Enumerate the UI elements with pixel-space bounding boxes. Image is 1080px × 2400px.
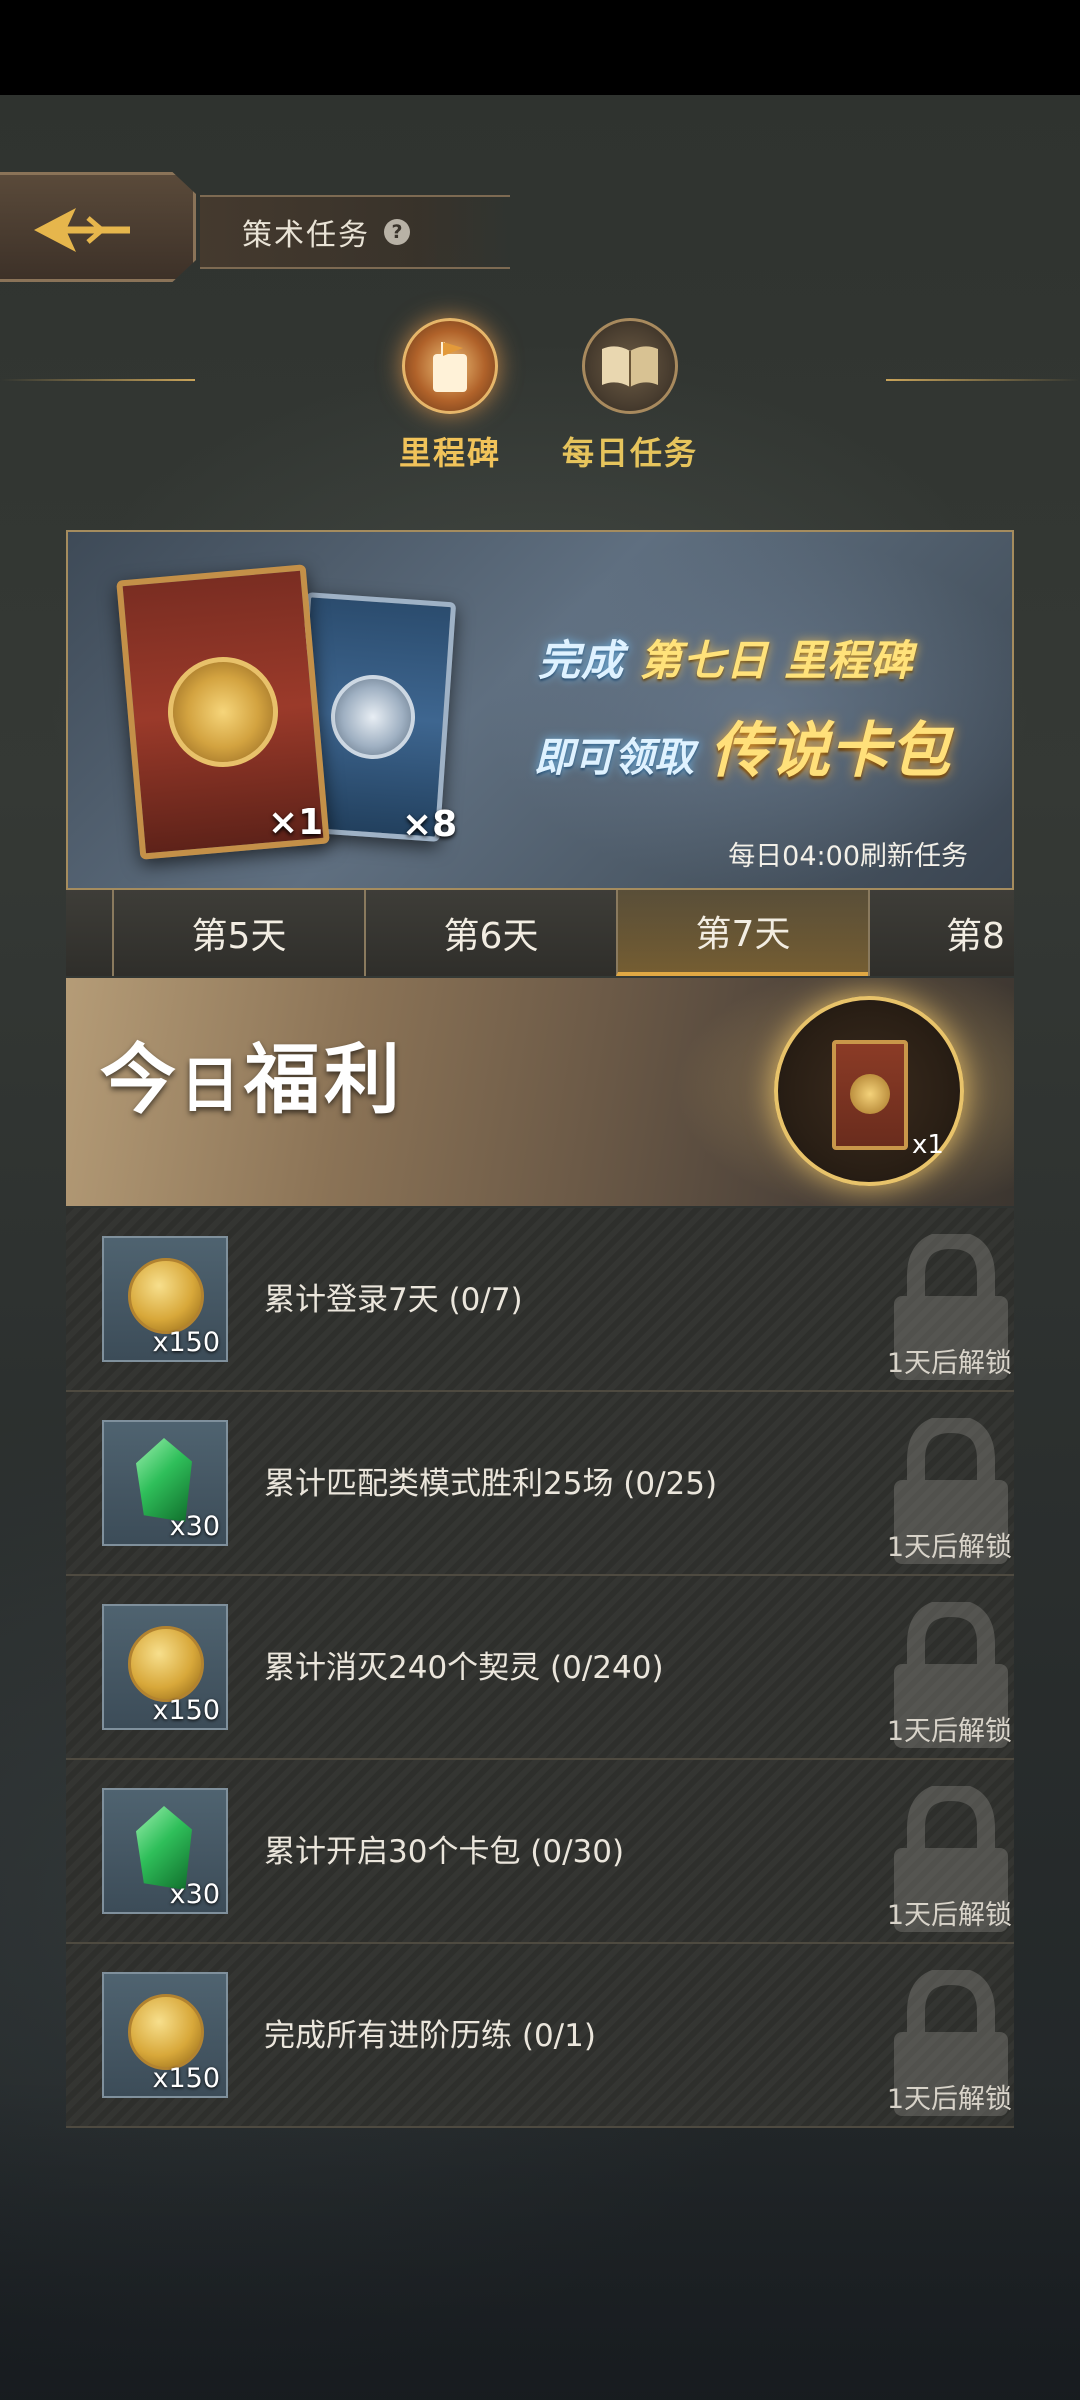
day-tab-spacer bbox=[66, 890, 112, 976]
milestone-banner: ×1 ×8 完成 第七日 里程碑 即可领取 传说卡包 每日04:00刷新任务 bbox=[66, 530, 1014, 890]
gold-coin-icon bbox=[128, 1258, 204, 1334]
status-bar bbox=[0, 0, 1080, 95]
green-crystal-icon bbox=[136, 1806, 192, 1890]
task-row: x30 累计匹配类模式胜利25场 (0/25) 1天后解锁 bbox=[66, 1392, 1014, 1576]
task-row: x150 累计登录7天 (0/7) 1天后解锁 bbox=[66, 1208, 1014, 1392]
green-crystal-icon bbox=[136, 1438, 192, 1522]
task-description: 累计消灭240个契灵 (0/240) bbox=[264, 1650, 664, 1686]
divider-left bbox=[0, 379, 195, 381]
tab-day-5[interactable]: 第5天 bbox=[112, 890, 364, 976]
task-reward-count: x30 bbox=[169, 1879, 220, 1910]
tab-milestone-label: 里程碑 bbox=[398, 434, 501, 472]
flag-icon bbox=[402, 318, 498, 414]
back-button[interactable] bbox=[0, 172, 196, 282]
task-reward[interactable]: x30 bbox=[102, 1788, 228, 1914]
gold-coin-icon bbox=[128, 1994, 204, 2070]
refresh-note: 每日04:00刷新任务 bbox=[728, 841, 968, 872]
tab-day-6[interactable]: 第6天 bbox=[364, 890, 616, 976]
task-list: x150 累计登录7天 (0/7) 1天后解锁 x30 累计匹配类模式胜利25场… bbox=[66, 1208, 1014, 2128]
unlock-status: 1天后解锁 bbox=[886, 1348, 1012, 1379]
task-description: 累计登录7天 (0/7) bbox=[264, 1282, 523, 1318]
today-benefit-panel: 今日福利 x1 bbox=[66, 978, 1014, 1206]
task-reward[interactable]: x30 bbox=[102, 1420, 228, 1546]
sun-emblem-icon bbox=[163, 652, 283, 772]
background-shade bbox=[0, 2080, 1080, 2400]
task-reward-count: x150 bbox=[152, 1327, 220, 1358]
task-reward-count: x150 bbox=[152, 2063, 220, 2094]
gold-coin-icon bbox=[128, 1626, 204, 1702]
page-title: 策术任务 bbox=[242, 218, 370, 253]
banner-subline: 即可领取 传说卡包 bbox=[534, 702, 950, 789]
today-reward[interactable]: x1 bbox=[774, 996, 964, 1186]
task-reward-count: x150 bbox=[152, 1695, 220, 1726]
today-title-part3: 福利 bbox=[244, 1035, 404, 1124]
help-icon[interactable]: ? bbox=[384, 219, 410, 245]
task-reward[interactable]: x150 bbox=[102, 1972, 228, 2098]
banner-headline: 完成 第七日 里程碑 bbox=[538, 627, 913, 688]
pack1-count: ×1 bbox=[268, 802, 324, 843]
back-arrow-icon bbox=[34, 208, 130, 252]
task-reward[interactable]: x150 bbox=[102, 1604, 228, 1730]
page-title-plate: 策术任务 ? bbox=[200, 195, 510, 269]
banner-line1-b: 第七日 里程碑 bbox=[639, 636, 914, 685]
banner-line2-a: 即可领取 bbox=[534, 735, 694, 781]
task-description: 累计匹配类模式胜利25场 (0/25) bbox=[264, 1466, 718, 1502]
task-row: x150 累计消灭240个契灵 (0/240) 1天后解锁 bbox=[66, 1576, 1014, 1760]
card-pack-icon bbox=[832, 1040, 908, 1150]
today-benefit-title: 今日福利 bbox=[100, 1018, 404, 1128]
today-title-part1: 今 bbox=[100, 1035, 180, 1124]
day-tabs: 第5天 第6天 第7天 第8 bbox=[66, 890, 1014, 976]
tab-day-8[interactable]: 第8 bbox=[868, 890, 1014, 976]
unlock-status: 1天后解锁 bbox=[886, 1900, 1012, 1931]
banner-line1-a: 完成 bbox=[538, 636, 625, 685]
unlock-status: 1天后解锁 bbox=[886, 1532, 1012, 1563]
unlock-status: 1天后解锁 bbox=[886, 1716, 1012, 1747]
today-reward-count: x1 bbox=[912, 1130, 944, 1160]
task-description: 完成所有进阶历练 (0/1) bbox=[264, 2018, 596, 2054]
task-row: x30 累计开启30个卡包 (0/30) 1天后解锁 bbox=[66, 1760, 1014, 1944]
task-description: 累计开启30个卡包 (0/30) bbox=[264, 1834, 625, 1870]
tab-milestone[interactable]: 里程碑 bbox=[380, 318, 520, 474]
divider-right bbox=[886, 379, 1080, 381]
task-reward[interactable]: x150 bbox=[102, 1236, 228, 1362]
moon-emblem-icon bbox=[328, 672, 418, 762]
unlock-status: 1天后解锁 bbox=[886, 2084, 1012, 2115]
book-icon bbox=[582, 318, 678, 414]
today-title-part2: 日 bbox=[180, 1051, 244, 1121]
tab-daily-tasks[interactable]: 每日任务 bbox=[560, 318, 700, 474]
banner-line2-b: 传说卡包 bbox=[710, 716, 950, 786]
task-reward-count: x30 bbox=[169, 1511, 220, 1542]
tab-daily-tasks-label: 每日任务 bbox=[561, 434, 698, 472]
tab-day-7[interactable]: 第7天 bbox=[616, 890, 868, 976]
task-row: x150 完成所有进阶历练 (0/1) 1天后解锁 bbox=[66, 1944, 1014, 2128]
pack2-count: ×8 bbox=[402, 804, 458, 845]
